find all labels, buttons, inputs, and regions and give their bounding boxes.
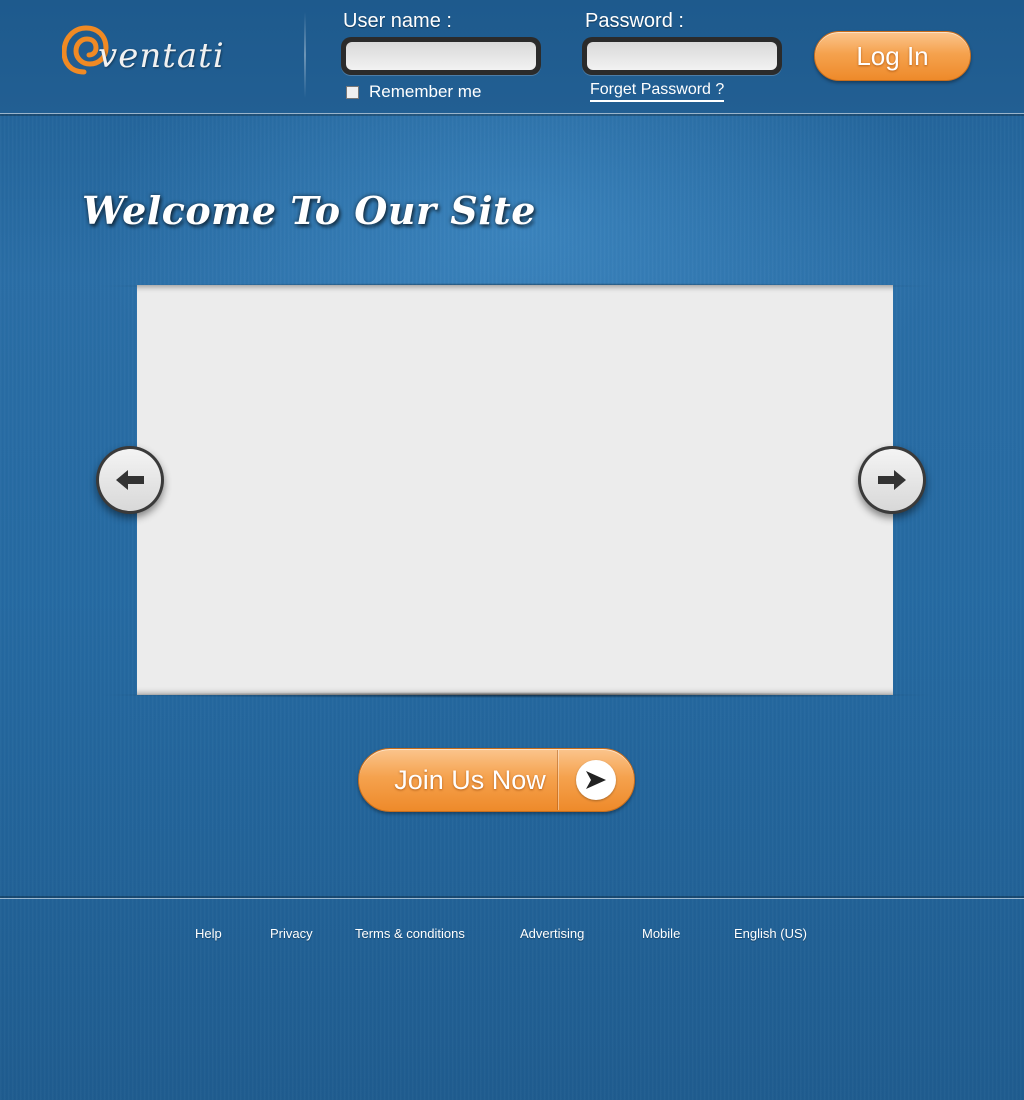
remember-me-label: Remember me — [369, 82, 482, 101]
footer-link-advertising[interactable]: Advertising — [520, 926, 584, 941]
arrow-right-triangle-icon — [586, 771, 606, 789]
username-label: User name : — [343, 10, 452, 32]
arrow-left-icon — [116, 470, 144, 490]
remember-me-row: Remember me — [346, 82, 481, 102]
previous-slide-button[interactable] — [96, 446, 164, 514]
username-field-frame — [341, 37, 541, 75]
arrow-right-icon — [878, 470, 906, 490]
next-slide-button-face — [861, 449, 923, 511]
footer-link-language[interactable]: English (US) — [734, 926, 807, 941]
site-logo[interactable]: ventati — [62, 22, 252, 78]
footer-link-privacy[interactable]: Privacy — [270, 926, 313, 941]
logo-text: ventati — [98, 36, 225, 76]
footer-divider — [0, 896, 1024, 899]
join-icon-circle — [576, 760, 616, 800]
footer-link-terms[interactable]: Terms & conditions — [355, 926, 465, 941]
slideshow-panel — [137, 285, 893, 695]
slider-bottom-shadow — [92, 692, 942, 698]
next-slide-button[interactable] — [858, 446, 926, 514]
password-label: Password : — [585, 10, 684, 32]
footer-link-mobile[interactable]: Mobile — [642, 926, 680, 941]
join-icon-wrap — [558, 760, 634, 800]
login-button[interactable]: Log In — [814, 31, 971, 81]
join-us-button[interactable]: Join Us Now — [358, 748, 635, 812]
footer-link-help[interactable]: Help — [195, 926, 222, 941]
username-input[interactable] — [346, 42, 536, 70]
welcome-title: Welcome To Our Site — [82, 188, 536, 233]
previous-slide-button-face — [99, 449, 161, 511]
top-header: ventati User name : Password : Remember … — [0, 0, 1024, 116]
join-us-label: Join Us Now — [394, 764, 546, 795]
password-field-frame — [582, 37, 782, 75]
forgot-password-link[interactable]: Forget Password ? — [590, 81, 725, 102]
password-input[interactable] — [587, 42, 777, 70]
remember-me-checkbox[interactable] — [346, 85, 359, 99]
header-divider — [304, 12, 306, 98]
